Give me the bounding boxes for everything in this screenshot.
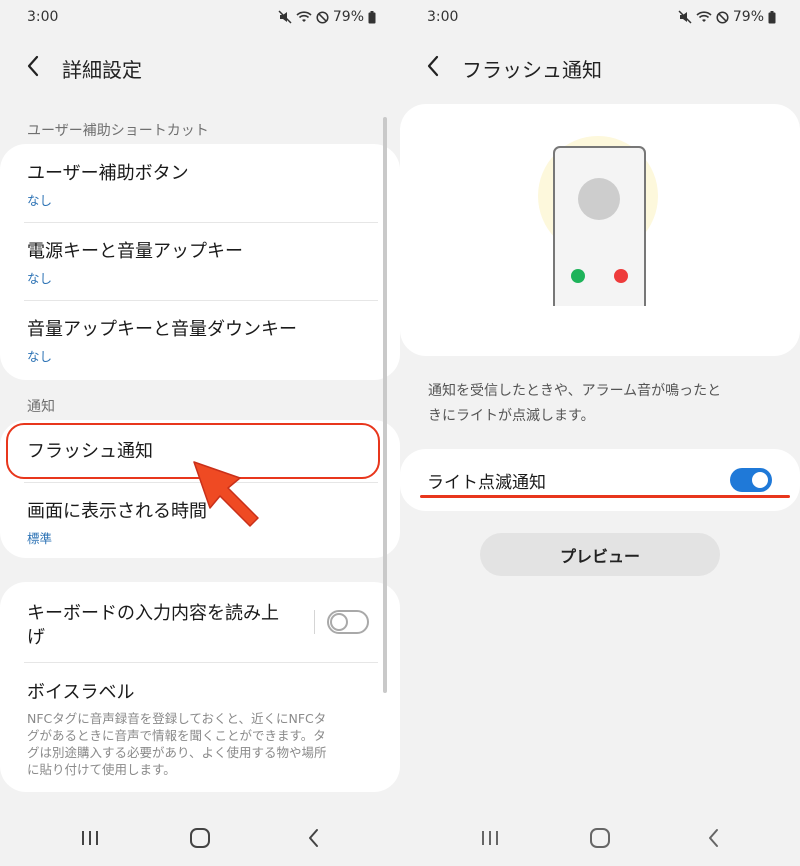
description-line: きにライトが点滅します。 [428,408,595,424]
wifi-icon [696,11,712,22]
description-line: NFCタグに音声録音を登録しておくと、近くにNFCタ [27,711,327,726]
highlight-underline [420,495,790,498]
red-dot [614,269,628,283]
toggle-knob [750,470,770,490]
back-button[interactable] [420,52,448,80]
row-title: 電源キーと音量アップキー [27,241,243,262]
status-bar: 3:00 79% [0,0,400,34]
description: 通知を受信したときや、アラーム音が鳴ったと きにライトが点滅します。 [428,379,778,429]
light-flash-label: ライト点滅通知 [427,473,546,493]
green-dot [571,269,585,283]
screen-advanced-settings: 3:00 79% 詳細設定 ユーザー補助ショートカット ユーザー補助ボタン なし… [0,0,400,866]
home-button[interactable] [186,824,214,852]
shortcut-card: ユーザー補助ボタン なし 電源キーと音量アップキー なし 音量アップキーと音量ダ… [0,144,400,380]
row-value: なし [27,349,53,364]
toggle-separator [314,610,315,634]
row-value: なし [27,193,53,208]
row-title-line2: げ [27,627,45,648]
page-title: 詳細設定 [62,58,142,82]
no-disturb-icon [316,10,329,24]
other-card: キーボードの入力内容を読み上 げ ボイスラベル NFCタグに音声録音を登録してお… [0,582,400,792]
wifi-icon [296,11,312,22]
battery-percent: 79% [732,9,764,25]
keyboard-read-row[interactable]: キーボードの入力内容を読み上 げ [27,602,310,650]
preview-button[interactable]: プレビュー [480,533,720,576]
app-bar: 詳細設定 [0,44,400,88]
description-line: 通知を受信したときや、アラーム音が鳴ったと [428,383,722,399]
voice-label-row[interactable]: ボイスラベル NFCタグに音声録音を登録しておくと、近くにNFCタ グがあるとき… [27,681,378,778]
app-bar: フラッシュ通知 [400,44,800,88]
home-icon [190,828,210,848]
phone-illustration [538,136,658,306]
home-icon [590,828,610,848]
light-flash-toggle[interactable] [730,468,772,492]
back-button[interactable] [20,52,48,80]
battery-icon [368,10,376,23]
toggle-knob [330,613,348,631]
section-label-notification: 通知 [27,399,55,415]
description-line: に貼り付けて使用します。 [27,762,176,777]
navigation-bar [400,810,800,866]
power-volume-up-row[interactable]: 電源キーと音量アップキー なし [27,240,378,287]
volume-up-down-row[interactable]: 音量アップキーと音量ダウンキー なし [27,318,378,365]
back-icon [309,829,318,847]
divider [24,222,378,223]
chevron-left-icon [427,55,439,77]
nav-back-button[interactable] [300,824,328,852]
no-disturb-icon [716,10,729,24]
divider [24,300,378,301]
battery-icon [768,10,776,23]
recent-apps-icon [482,831,498,845]
screen-flash-notification: 3:00 79% フラッシュ通知 通知を受信したときや、アラーム音が鳴ったと き… [400,0,800,866]
status-time: 3:00 [427,9,459,25]
status-icons: 79% [278,9,376,25]
mute-icon [278,10,292,24]
home-button[interactable] [586,824,614,852]
recent-apps-button[interactable] [76,824,104,852]
accessibility-button-row[interactable]: ユーザー補助ボタン なし [27,162,378,209]
nav-back-button[interactable] [700,824,728,852]
status-icons: 79% [678,9,776,25]
pointer-arrow-icon [193,461,259,527]
status-bar: 3:00 79% [400,0,800,34]
back-icon [709,829,718,847]
mute-icon [678,10,692,24]
section-label-shortcut: ユーザー補助ショートカット [27,123,209,139]
row-title-line1: キーボードの入力内容を読み上 [27,603,279,624]
status-time: 3:00 [27,9,59,25]
battery-percent: 79% [332,9,364,25]
illustration-card [400,104,800,356]
page-title: フラッシュ通知 [462,58,602,82]
recent-apps-button[interactable] [476,824,504,852]
row-title: ボイスラベル [27,682,135,703]
divider [24,662,378,663]
recent-apps-icon [82,831,98,845]
row-description: NFCタグに音声録音を登録しておくと、近くにNFCタ グがあるときに音声で情報を… [27,710,378,778]
description-line: グは別途購入する必要があり、よく使用する物や場所 [27,745,327,760]
row-title: ユーザー補助ボタン [27,163,189,184]
row-title: 音量アップキーと音量ダウンキー [27,319,297,340]
navigation-bar [0,810,400,866]
row-value: なし [27,271,53,286]
scrollbar[interactable] [383,117,387,693]
chevron-left-icon [27,55,39,77]
keyboard-read-toggle[interactable] [327,610,369,634]
description-line: グがあるときに音声で情報を聞くことができます。タ [27,728,326,743]
